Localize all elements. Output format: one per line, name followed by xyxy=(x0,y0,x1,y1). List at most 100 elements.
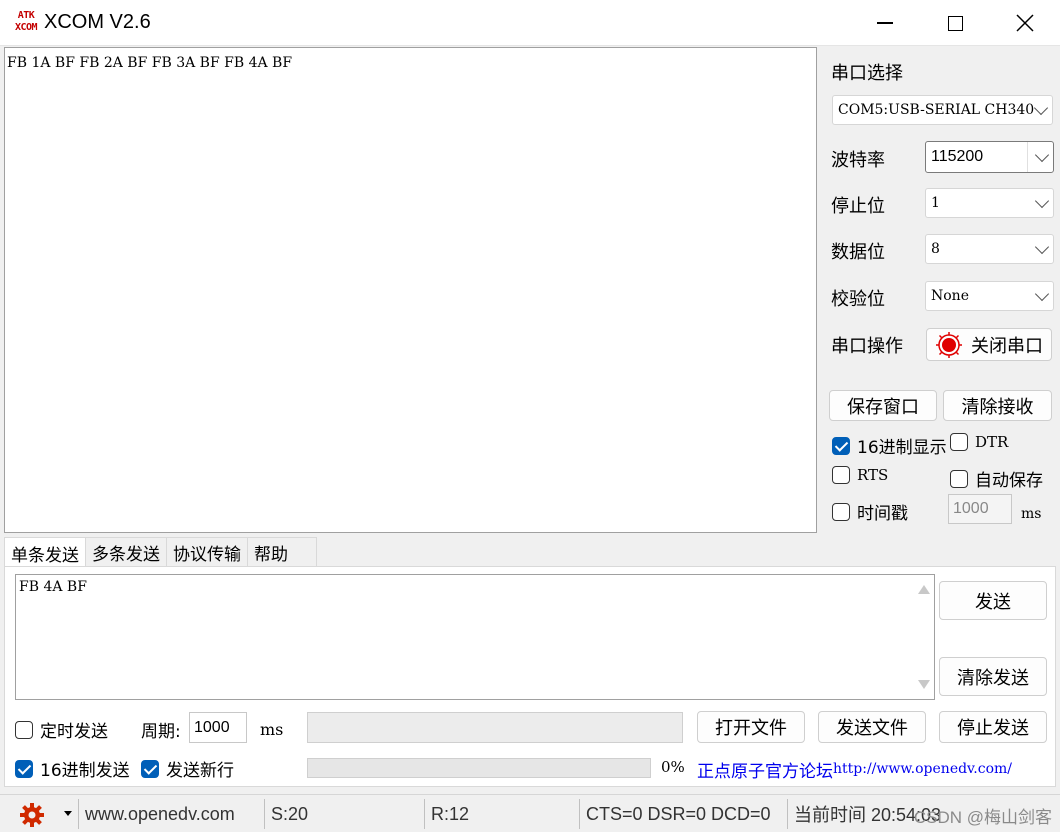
receive-textarea[interactable]: FB 1A BF FB 2A BF FB 3A BF FB 4A BF xyxy=(4,47,817,533)
send-text: FB 4A BF xyxy=(19,579,87,595)
timed-send-checkbox[interactable]: 定时发送 xyxy=(15,717,108,742)
title-bar: ATK XCOM XCOM V2.6 xyxy=(0,0,1060,46)
port-status-icon xyxy=(936,331,962,358)
logo-text-top: ATK xyxy=(17,10,35,21)
settings-gear-icon xyxy=(20,803,44,827)
rts-checkbox[interactable]: RTS xyxy=(832,466,888,484)
scroll-down-icon[interactable] xyxy=(918,680,930,689)
timestamp-interval-input[interactable]: 1000 xyxy=(948,494,1012,524)
check-icon xyxy=(832,436,850,455)
forum-link[interactable]: 正点原子官方论坛 http://www.openedv.com/ xyxy=(695,753,1051,785)
chevron-down-icon xyxy=(1034,286,1050,302)
check-icon xyxy=(141,759,159,778)
maximize-button[interactable] xyxy=(920,0,990,46)
scroll-up-icon[interactable] xyxy=(918,585,930,594)
forum-link-text: 正点原子官方论坛 xyxy=(697,761,833,782)
watermark: CSDN @梅山剑客 xyxy=(913,808,1052,827)
stopbits-select[interactable]: 1 xyxy=(925,188,1054,218)
newline-label: 发送新行 xyxy=(166,761,234,781)
send-progress-bar xyxy=(307,758,651,778)
baud-dropdown-button[interactable] xyxy=(1027,142,1053,172)
maximize-icon xyxy=(947,15,963,31)
toggle-port-label: 关闭串口 xyxy=(971,335,1043,357)
app-logo-icon: ATK XCOM xyxy=(12,10,40,36)
status-bar: www.openedv.com S:20 R:12 CTS=0 DSR=0 DC… xyxy=(0,794,1060,832)
status-sent-count: S:20 xyxy=(264,799,424,829)
dtr-checkbox[interactable]: DTR xyxy=(950,433,1008,451)
port-select-label: 串口选择 xyxy=(831,63,903,84)
databits-label: 数据位 xyxy=(831,242,885,263)
close-icon xyxy=(1016,14,1034,32)
baud-label: 波特率 xyxy=(831,150,885,171)
chevron-down-icon xyxy=(1033,100,1049,116)
toggle-port-button[interactable]: 关闭串口 xyxy=(926,328,1052,361)
period-unit: ms xyxy=(260,720,284,739)
status-received-count: R:12 xyxy=(424,799,578,829)
send-button[interactable]: 发送 xyxy=(939,581,1047,620)
send-textarea[interactable]: FB 4A BF xyxy=(15,574,935,700)
logo-text-bottom: XCOM xyxy=(14,22,38,33)
port-select[interactable]: COM5:USB-SERIAL CH340 xyxy=(832,95,1053,125)
minimize-button[interactable] xyxy=(850,0,920,46)
clear-send-button[interactable]: 清除发送 xyxy=(939,657,1047,696)
operation-label: 串口操作 xyxy=(831,336,903,357)
hex-send-checkbox[interactable]: 16进制发送 xyxy=(15,756,130,781)
parity-value: None xyxy=(931,288,969,304)
tab-help[interactable]: 帮助 xyxy=(247,537,317,567)
auto-save-label: 自动保存 xyxy=(975,471,1043,491)
progress-percent: 0% xyxy=(661,758,685,776)
newline-checkbox[interactable]: 发送新行 xyxy=(141,756,234,781)
checkbox-icon xyxy=(950,469,968,488)
parity-select[interactable]: None xyxy=(925,281,1054,311)
chevron-down-icon xyxy=(1034,239,1050,255)
timestamp-checkbox[interactable]: 时间戳 xyxy=(832,499,908,524)
stopbits-label: 停止位 xyxy=(831,196,885,217)
status-signals: CTS=0 DSR=0 DCD=0 xyxy=(579,799,785,829)
period-label: 周期: xyxy=(141,722,181,742)
port-select-value: COM5:USB-SERIAL CH340 xyxy=(838,102,1034,118)
hex-send-label: 16进制发送 xyxy=(40,761,130,781)
serial-settings-panel: 串口选择 COM5:USB-SERIAL CH340 波特率 115200 停止… xyxy=(818,46,1060,536)
auto-save-checkbox[interactable]: 自动保存 xyxy=(950,466,1043,491)
timed-send-label: 定时发送 xyxy=(40,722,108,742)
close-button[interactable] xyxy=(990,0,1060,46)
timestamp-unit: ms xyxy=(1021,506,1042,522)
tab-single-send[interactable]: 单条发送 xyxy=(4,537,86,568)
chevron-down-icon[interactable] xyxy=(64,811,72,816)
file-path-display xyxy=(307,712,683,743)
clear-receive-button[interactable]: 清除接收 xyxy=(943,390,1052,421)
status-website: www.openedv.com xyxy=(78,799,262,829)
open-file-button[interactable]: 打开文件 xyxy=(697,711,805,743)
chevron-down-icon xyxy=(1034,193,1050,209)
chevron-down-icon xyxy=(1034,147,1050,163)
tab-protocol[interactable]: 协议传输 xyxy=(166,537,248,567)
hex-display-checkbox[interactable]: 16进制显示 xyxy=(832,433,947,458)
stop-send-button[interactable]: 停止发送 xyxy=(939,711,1047,743)
period-input[interactable]: 1000 xyxy=(189,712,247,743)
send-scrollbar[interactable] xyxy=(912,575,934,699)
baud-combo[interactable]: 115200 xyxy=(925,141,1054,173)
dtr-label: DTR xyxy=(975,433,1009,451)
hex-display-label: 16进制显示 xyxy=(857,438,947,458)
save-window-button[interactable]: 保存窗口 xyxy=(829,390,937,421)
send-panel: FB 4A BF 发送 清除发送 定时发送 周期: 1000 ms 打开文件 发… xyxy=(4,566,1056,787)
check-icon xyxy=(15,759,33,778)
rts-label: RTS xyxy=(857,466,889,484)
stopbits-value: 1 xyxy=(931,195,940,211)
forum-link-url: http://www.openedv.com/ xyxy=(833,761,1013,777)
databits-select[interactable]: 8 xyxy=(925,234,1054,264)
window-title: XCOM V2.6 xyxy=(44,11,151,33)
parity-label: 校验位 xyxy=(831,289,885,310)
minimize-icon xyxy=(877,22,893,24)
checkbox-icon xyxy=(15,720,33,739)
checkbox-icon xyxy=(950,433,968,451)
timestamp-label: 时间戳 xyxy=(857,504,908,524)
databits-value: 8 xyxy=(931,241,940,257)
tab-multi-send[interactable]: 多条发送 xyxy=(85,537,167,567)
send-file-button[interactable]: 发送文件 xyxy=(818,711,926,743)
checkbox-icon xyxy=(832,502,850,521)
checkbox-icon xyxy=(832,466,850,484)
baud-value: 115200 xyxy=(931,148,984,165)
gear-icon[interactable] xyxy=(18,801,48,827)
send-mode-tabs: 单条发送 多条发送 协议传输 帮助 xyxy=(4,537,317,568)
